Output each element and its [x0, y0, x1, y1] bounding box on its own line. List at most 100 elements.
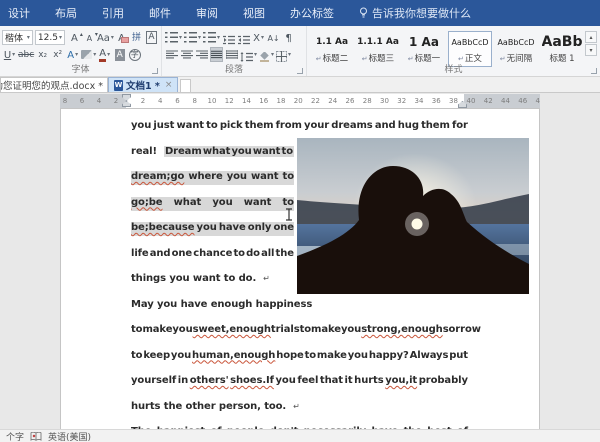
font-name-combo[interactable]: 楷体▾	[2, 30, 33, 45]
doc-word: yourself	[131, 375, 176, 386]
document-photo[interactable]	[297, 138, 529, 294]
doc-word: have	[219, 222, 246, 233]
doc-line: things you want to do.↵	[131, 273, 270, 287]
ruler-number: 8	[63, 94, 67, 108]
doc-word: them	[245, 120, 274, 131]
close-tab-icon[interactable]: ×	[165, 80, 173, 90]
bullets-icon[interactable]: ▾	[165, 30, 182, 45]
style-scroll-down-button[interactable]: ▾	[585, 44, 597, 56]
doc-word: the	[276, 248, 294, 259]
line-spacing-icon[interactable]: ▾	[240, 47, 257, 62]
ruler-number: 28	[363, 94, 372, 108]
new-tab-button[interactable]	[180, 79, 191, 92]
doc-word: dreams	[331, 120, 372, 131]
ribbon-tab-引用[interactable]: 引用	[102, 5, 124, 21]
ruler-number: 42	[484, 94, 493, 108]
underline-icon[interactable]: U▾	[3, 47, 16, 62]
word-count[interactable]: 个字	[6, 430, 24, 442]
decrease-indent-icon[interactable]	[222, 30, 235, 45]
language-status[interactable]: 英语(美国)	[48, 430, 91, 442]
ribbon-tab-办公标签[interactable]: 办公标签	[290, 5, 334, 21]
style-scroll-up-button[interactable]: ▴	[585, 31, 597, 43]
font-color-icon[interactable]: A▾	[98, 47, 111, 62]
ruler-number: 30	[380, 94, 389, 108]
document-tab-bar: 法帮助您证明您的观点.docx * W文档1 *×	[0, 77, 600, 93]
align-right-icon[interactable]	[195, 47, 208, 62]
ribbon-tab-视图[interactable]: 视图	[243, 5, 265, 21]
proofing-status-icon[interactable]	[30, 432, 42, 441]
doc-word: probably	[419, 375, 468, 386]
ribbon-tab-审阅[interactable]: 审阅	[196, 5, 218, 21]
ruler-number: 10	[208, 94, 217, 108]
distribute-icon[interactable]	[225, 47, 238, 62]
character-border-icon[interactable]: A	[145, 30, 158, 45]
tell-me-label: 告诉我你想要做什么	[372, 5, 471, 21]
borders-icon[interactable]: ▾	[276, 47, 291, 62]
justify-icon[interactable]	[210, 47, 223, 62]
doc-word: others'	[190, 375, 229, 386]
show-marks-icon[interactable]: ¶	[282, 30, 295, 45]
increase-indent-icon[interactable]	[237, 30, 250, 45]
ruler-number: 44	[501, 94, 510, 108]
font-dialog-launcher[interactable]	[152, 68, 158, 74]
strikethrough-icon[interactable]: abc	[18, 47, 34, 62]
document-tab[interactable]: W文档1 *×	[108, 77, 178, 92]
doc-word: one	[172, 248, 192, 259]
doc-word: only	[248, 222, 272, 233]
asian-layout-icon[interactable]: X▾	[252, 30, 265, 45]
ruler-number: 4	[158, 94, 162, 108]
doc-word: shoes.If	[230, 375, 274, 386]
font-size-combo[interactable]: 12.5▾	[35, 30, 65, 45]
doc-word: hurts	[354, 375, 383, 386]
doc-word: want	[244, 197, 272, 208]
ribbon-tab-邮件[interactable]: 邮件	[149, 5, 171, 21]
sort-icon[interactable]: A↓	[267, 30, 280, 45]
character-shading-icon[interactable]: A	[113, 47, 126, 62]
numbering-icon[interactable]: ▾	[184, 30, 201, 45]
ruler-number: 6	[80, 94, 84, 108]
doc-word: sweet,enough	[193, 324, 271, 335]
superscript-icon[interactable]: x²	[51, 47, 64, 62]
style-preview: 1.1 Aa	[316, 32, 348, 52]
doc-word: that	[320, 375, 343, 386]
clear-formatting-icon[interactable]: A	[115, 30, 128, 45]
doc-word: you	[131, 120, 151, 131]
text-effects-icon[interactable]: A▾	[66, 47, 79, 62]
align-center-icon[interactable]	[180, 47, 193, 62]
doc-word: your	[304, 120, 329, 131]
document-page[interactable]: youjustwanttopickthemfromyourdreamsandhu…	[60, 108, 540, 429]
ribbon-tab-布局[interactable]: 布局	[55, 5, 77, 21]
shading-icon[interactable]: ▾	[259, 47, 274, 62]
change-case-icon[interactable]: Aa▾	[98, 30, 113, 45]
ribbon-tab-设计[interactable]: 设计	[8, 5, 30, 21]
doc-word: you	[212, 197, 232, 208]
style-preview: 1.1.1 Aa	[357, 32, 399, 52]
ruler-number: 24	[328, 94, 337, 108]
doc-line: real!Dreamwhatyouwantto	[131, 146, 294, 160]
doc-word: chance	[193, 248, 232, 259]
tell-me-box[interactable]: 告诉我你想要做什么	[359, 5, 471, 21]
subscript-icon[interactable]: x₂	[36, 47, 49, 62]
doc-word: make	[317, 350, 347, 361]
doc-word: hug	[398, 120, 419, 131]
doc-word: make	[142, 324, 172, 335]
enclose-characters-icon[interactable]: 字	[128, 47, 141, 62]
document-tab-label: 法帮助您证明您的观点.docx *	[0, 78, 103, 92]
doc-word: May you have enough happiness	[131, 299, 312, 310]
styles-dialog-launcher[interactable]	[591, 68, 597, 74]
document-tab[interactable]: 法帮助您证明您的观点.docx *	[0, 77, 108, 92]
style-preview: AaBb	[542, 32, 583, 52]
doc-word: hurts the other person, too.	[131, 401, 286, 412]
phonetic-guide-icon[interactable]: 拼	[130, 30, 143, 45]
styles-group-label: 样式	[307, 62, 600, 75]
doc-word: to	[283, 197, 294, 208]
doc-word: one	[273, 222, 293, 233]
ruler-number: 38	[449, 94, 458, 108]
shrink-font-icon[interactable]: A▾	[83, 30, 96, 45]
doc-word: you	[197, 222, 217, 233]
paragraph-dialog-launcher[interactable]	[297, 68, 303, 74]
highlight-icon[interactable]: ▾	[81, 47, 96, 62]
grow-font-icon[interactable]: A▴	[68, 30, 81, 45]
multilevel-list-icon[interactable]: ▾	[203, 30, 220, 45]
align-left-icon[interactable]	[165, 47, 178, 62]
